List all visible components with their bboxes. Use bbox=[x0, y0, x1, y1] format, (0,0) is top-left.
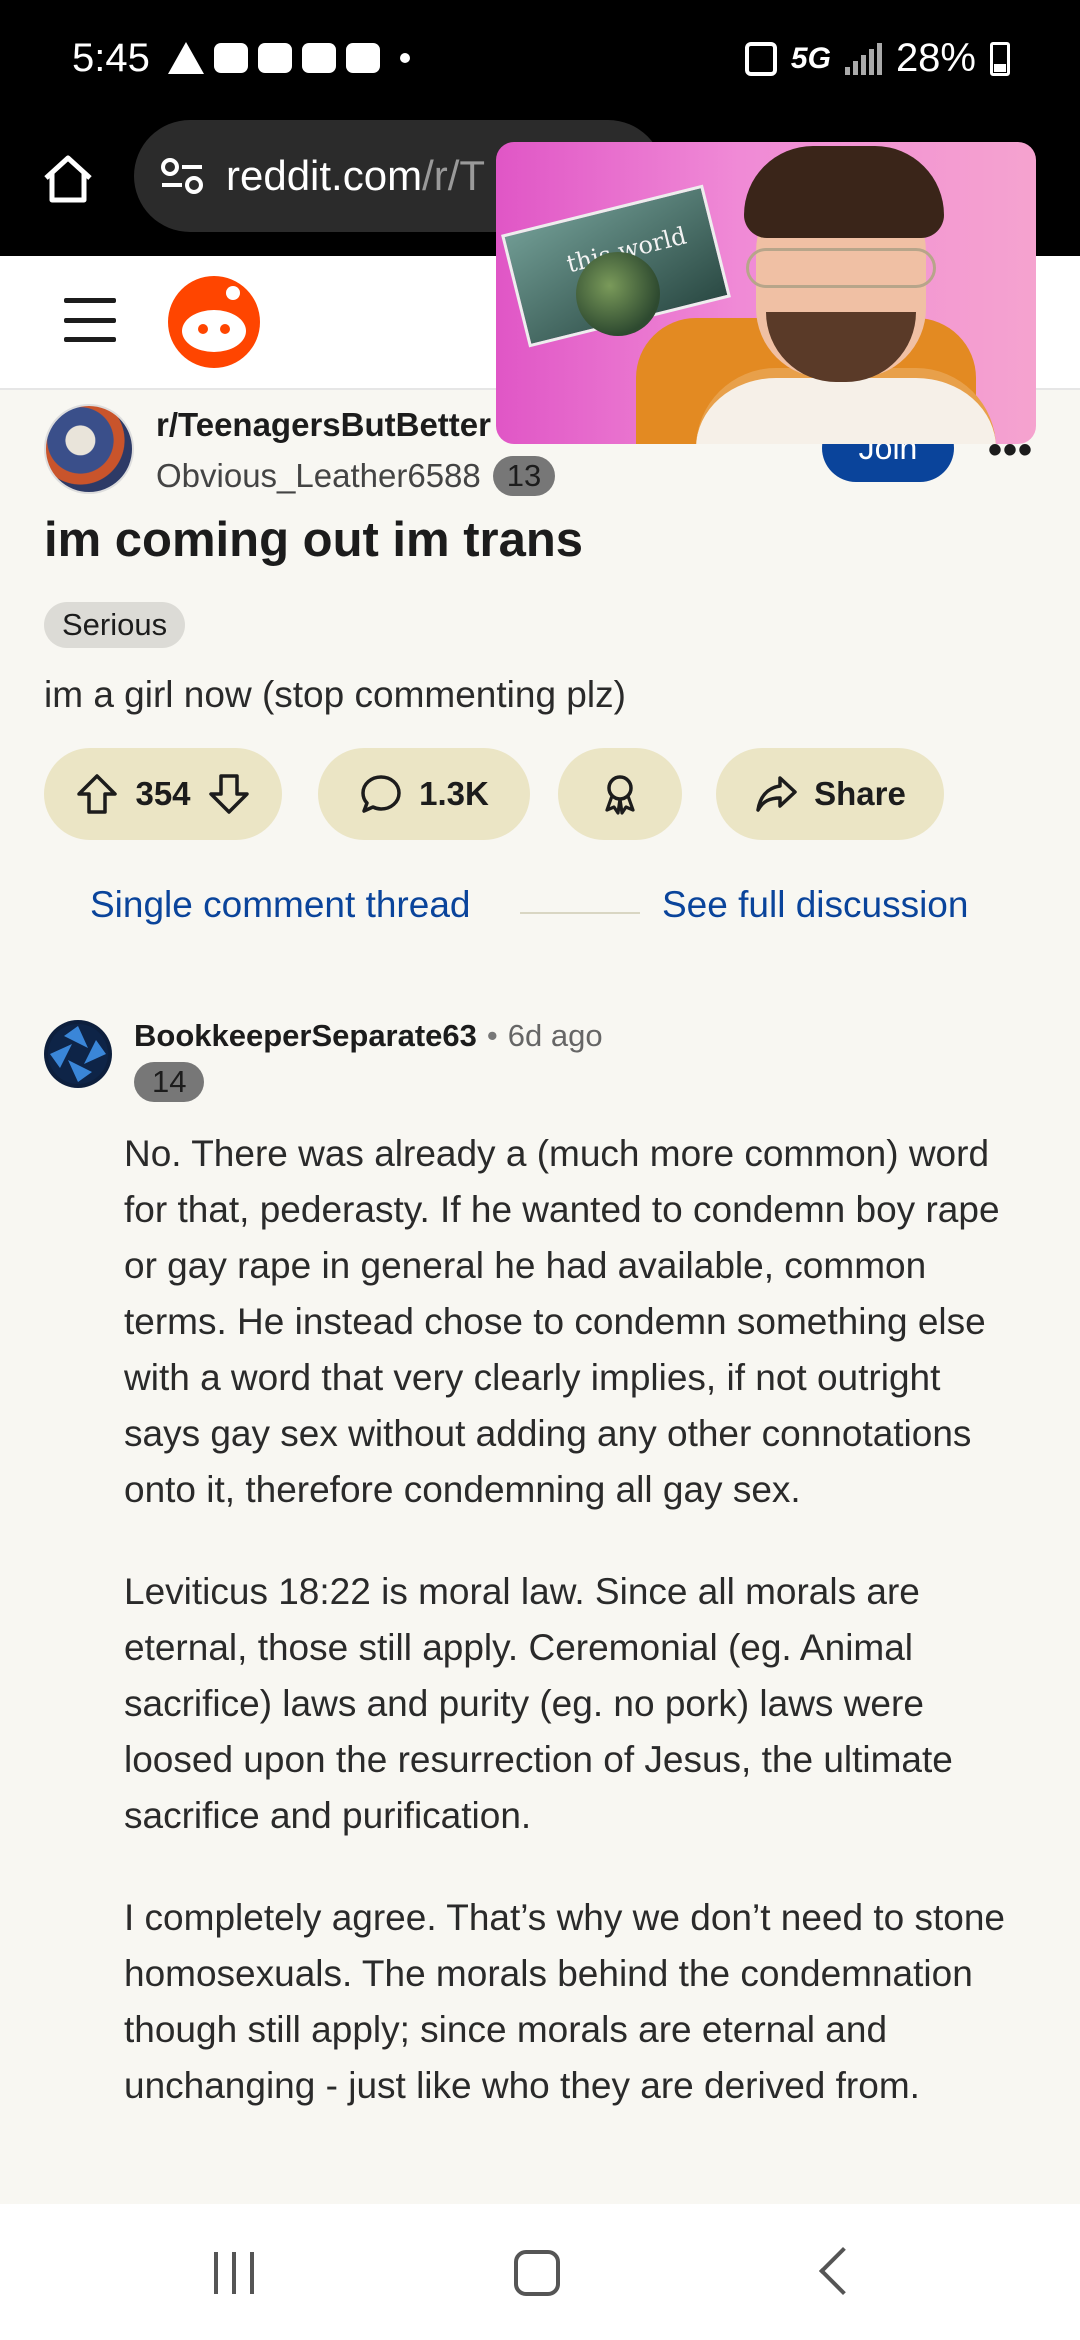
comments-button[interactable]: 1.3K bbox=[318, 748, 530, 840]
comment-time: 6d ago bbox=[507, 1018, 603, 1053]
nav-recents-icon[interactable] bbox=[214, 2252, 254, 2294]
single-thread-link[interactable]: Single comment thread bbox=[90, 884, 470, 926]
status-bar: 5:45 5G 28% bbox=[0, 0, 1080, 120]
alert-icon bbox=[168, 42, 204, 74]
post-body: im a girl now (stop commenting plz) bbox=[44, 674, 626, 715]
logo-antenna bbox=[226, 286, 240, 300]
nav-home-icon[interactable] bbox=[514, 2250, 560, 2296]
vote-pill: 354 bbox=[44, 748, 282, 840]
comment-paragraph: I completely agree. That’s why we don’t … bbox=[124, 1897, 1005, 2106]
thread-divider bbox=[520, 912, 640, 914]
system-navigation-bar bbox=[0, 2204, 1080, 2340]
share-label: Share bbox=[814, 775, 906, 812]
status-time: 5:45 bbox=[72, 36, 150, 80]
network-type: 5G bbox=[790, 41, 831, 75]
comment-paragraph: Leviticus 18:22 is moral law. Since all … bbox=[124, 1571, 953, 1836]
downvote-icon[interactable] bbox=[207, 772, 251, 816]
youtube-icon bbox=[258, 43, 292, 73]
battery-percent: 28% bbox=[895, 36, 976, 80]
upvote-icon[interactable] bbox=[75, 772, 119, 816]
post-author-row: Obvious_Leather6588 13 bbox=[156, 456, 556, 496]
youtube-icon bbox=[302, 43, 336, 73]
post-title: im coming out im trans bbox=[44, 513, 584, 567]
logo-eye bbox=[220, 324, 230, 334]
youtube-icon bbox=[214, 43, 248, 73]
video-person-hair bbox=[744, 146, 944, 238]
comment-author[interactable]: BookkeeperSeparate63 bbox=[134, 1018, 477, 1054]
award-icon bbox=[605, 775, 635, 815]
full-discussion-link[interactable]: See full discussion bbox=[662, 884, 968, 926]
share-icon bbox=[756, 776, 797, 812]
more-notifications-dot bbox=[400, 53, 410, 63]
logo-eye bbox=[198, 324, 208, 334]
video-person-glasses bbox=[746, 248, 936, 288]
system-status: 5G 28% bbox=[744, 36, 1010, 81]
aperture-avatar-icon bbox=[48, 1024, 108, 1084]
url-path: /r/T bbox=[422, 152, 486, 199]
subreddit-name[interactable]: r/TeenagersButBetter bbox=[156, 406, 491, 444]
url-domain: reddit.com bbox=[226, 152, 423, 199]
subreddit-avatar[interactable] bbox=[44, 404, 134, 494]
pip-video-overlay[interactable]: this world bbox=[496, 142, 1036, 444]
comment-meta: BookkeeperSeparate63 • 6d ago bbox=[134, 1018, 603, 1054]
meta-separator: • bbox=[486, 1018, 498, 1053]
logo-face bbox=[182, 310, 246, 352]
share-button[interactable]: Share bbox=[716, 748, 944, 840]
site-settings-icon[interactable] bbox=[160, 156, 204, 196]
video-globe bbox=[576, 252, 660, 336]
nav-back-icon[interactable] bbox=[818, 2246, 868, 2296]
notification-icons bbox=[168, 42, 410, 74]
author-flair: 13 bbox=[492, 456, 556, 496]
comment-paragraph: No. There was already a (much more commo… bbox=[124, 1133, 1000, 1510]
home-icon[interactable] bbox=[40, 150, 96, 206]
reddit-logo[interactable] bbox=[168, 276, 260, 368]
comment-body: No. There was already a (much more commo… bbox=[124, 1126, 1024, 2160]
commenter-flair: 14 bbox=[134, 1062, 205, 1102]
award-button[interactable] bbox=[558, 748, 682, 840]
comment-icon bbox=[361, 775, 401, 813]
post-flair[interactable]: Serious bbox=[44, 602, 186, 648]
url-text: reddit.com/r/T bbox=[226, 152, 485, 200]
battery-icon bbox=[990, 41, 1010, 76]
camera-icon bbox=[346, 43, 380, 73]
thread-navigation: Single comment thread See full discussio… bbox=[0, 884, 1080, 944]
comment-count: 1.3K bbox=[419, 775, 489, 812]
post-author[interactable]: Obvious_Leather6588 bbox=[156, 457, 481, 495]
vote-score: 354 bbox=[135, 775, 191, 812]
commenter-avatar[interactable] bbox=[44, 1020, 112, 1088]
menu-icon[interactable] bbox=[64, 298, 116, 342]
nfc-icon bbox=[744, 41, 777, 76]
signal-icon bbox=[844, 42, 882, 75]
